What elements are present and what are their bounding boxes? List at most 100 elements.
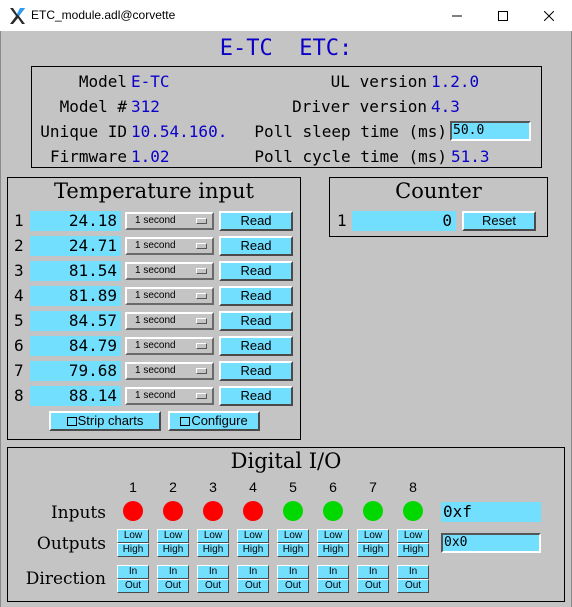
scan-rate-menu[interactable]: 1 second [125,237,214,255]
direction-toggle[interactable]: In Out [397,565,429,593]
read-button[interactable]: Read [219,286,293,306]
temperature-value: 24.18 [30,211,121,231]
read-button[interactable]: Read [219,386,293,406]
read-button[interactable]: Read [219,311,293,331]
menu-indicator-icon [196,318,207,324]
configure-label: Configure [191,413,248,428]
window-title: ETC_module.adl@corvette [31,8,176,22]
direction-toggle-out[interactable]: Out [117,579,149,593]
output-toggle[interactable]: Low High [117,529,149,557]
scan-rate-menu[interactable]: 1 second [125,387,214,405]
direction-toggle[interactable]: In Out [357,565,389,593]
temperature-value: 88.14 [30,386,121,406]
channel-number: 5 [289,479,297,495]
output-toggle-high[interactable]: High [197,543,229,557]
output-toggle[interactable]: Low High [357,529,389,557]
direction-toggle[interactable]: In Out [277,565,309,593]
direction-toggle[interactable]: In Out [157,565,189,593]
direction-toggle-out[interactable]: Out [237,579,269,593]
poll-sleep-label: Poll sleep time (ms) [254,122,447,141]
output-toggle[interactable]: Low High [157,529,189,557]
maximize-button[interactable] [480,0,526,31]
output-toggle-low[interactable]: Low [397,529,429,543]
outputs-hex-input[interactable]: 0x0 [441,533,541,553]
read-button[interactable]: Read [219,261,293,281]
output-toggle[interactable]: Low High [317,529,349,557]
output-toggle-low[interactable]: Low [157,529,189,543]
menu-indicator-icon [196,218,207,224]
output-toggle[interactable]: Low High [197,529,229,557]
reset-button[interactable]: Reset [462,211,536,231]
menu-indicator-icon [196,268,207,274]
direction-toggle-in[interactable]: In [237,565,269,579]
read-button[interactable]: Read [219,336,293,356]
close-button[interactable] [526,0,572,31]
minimize-icon [452,15,462,16]
minimize-button[interactable] [434,0,480,31]
direction-toggle[interactable]: In Out [317,565,349,593]
temperature-value: 24.71 [30,236,121,256]
direction-toggle-in[interactable]: In [157,565,189,579]
output-toggle[interactable]: Low High [277,529,309,557]
direction-toggle-out[interactable]: Out [357,579,389,593]
model-number-value: 312 [131,97,160,116]
scan-rate-menu[interactable]: 1 second [125,262,214,280]
direction-toggle-out[interactable]: Out [157,579,189,593]
scan-rate-value: 1 second [135,215,176,226]
counter-title: Counter [395,179,482,203]
temperature-channel-number: 7 [14,361,24,380]
output-toggle-low[interactable]: Low [197,529,229,543]
direction-toggle-in[interactable]: In [397,565,429,579]
direction-toggle-in[interactable]: In [357,565,389,579]
output-toggle-high[interactable]: High [317,543,349,557]
read-button[interactable]: Read [219,211,293,231]
direction-toggle-out[interactable]: Out [277,579,309,593]
output-toggle-low[interactable]: Low [237,529,269,543]
temperature-channel-number: 5 [14,311,24,330]
output-toggle[interactable]: Low High [237,529,269,557]
direction-toggle-out[interactable]: Out [317,579,349,593]
output-toggle-low[interactable]: Low [117,529,149,543]
scan-rate-menu[interactable]: 1 second [125,287,214,305]
output-toggle-low[interactable]: Low [357,529,389,543]
direction-toggle-out[interactable]: Out [197,579,229,593]
read-button[interactable]: Read [219,236,293,256]
direction-toggle-in[interactable]: In [197,565,229,579]
output-toggle-high[interactable]: High [277,543,309,557]
output-toggle-high[interactable]: High [157,543,189,557]
digital-io-title: Digital I/O [230,449,342,473]
scan-rate-menu[interactable]: 1 second [125,312,214,330]
input-led [243,501,263,521]
driver-version-value: 4.3 [431,97,460,116]
direction-toggle[interactable]: In Out [117,565,149,593]
read-button[interactable]: Read [219,361,293,381]
output-toggle-high[interactable]: High [117,543,149,557]
configure-button[interactable]: Configure [168,411,260,431]
strip-charts-button[interactable]: Strip charts [49,411,161,431]
direction-toggle-in[interactable]: In [317,565,349,579]
output-toggle-high[interactable]: High [397,543,429,557]
input-led [123,501,143,521]
menu-indicator-icon [196,343,207,349]
strip-charts-label: Strip charts [77,413,144,428]
direction-toggle[interactable]: In Out [237,565,269,593]
output-toggle-high[interactable]: High [237,543,269,557]
poll-sleep-input[interactable]: 50.0 [450,121,531,141]
model-value: E-TC [131,72,170,91]
output-toggle-high[interactable]: High [357,543,389,557]
output-toggle-low[interactable]: Low [317,529,349,543]
scan-rate-value: 1 second [135,290,176,301]
window-icon [66,417,77,426]
direction-toggle-out[interactable]: Out [397,579,429,593]
counter-value: 0 [352,211,456,231]
scan-rate-menu[interactable]: 1 second [125,337,214,355]
direction-toggle[interactable]: In Out [197,565,229,593]
window-icon [180,417,191,426]
direction-toggle-in[interactable]: In [277,565,309,579]
output-toggle-low[interactable]: Low [277,529,309,543]
direction-toggle-in[interactable]: In [117,565,149,579]
channel-number: 1 [129,479,137,495]
scan-rate-menu[interactable]: 1 second [125,362,214,380]
output-toggle[interactable]: Low High [397,529,429,557]
scan-rate-menu[interactable]: 1 second [125,212,214,230]
